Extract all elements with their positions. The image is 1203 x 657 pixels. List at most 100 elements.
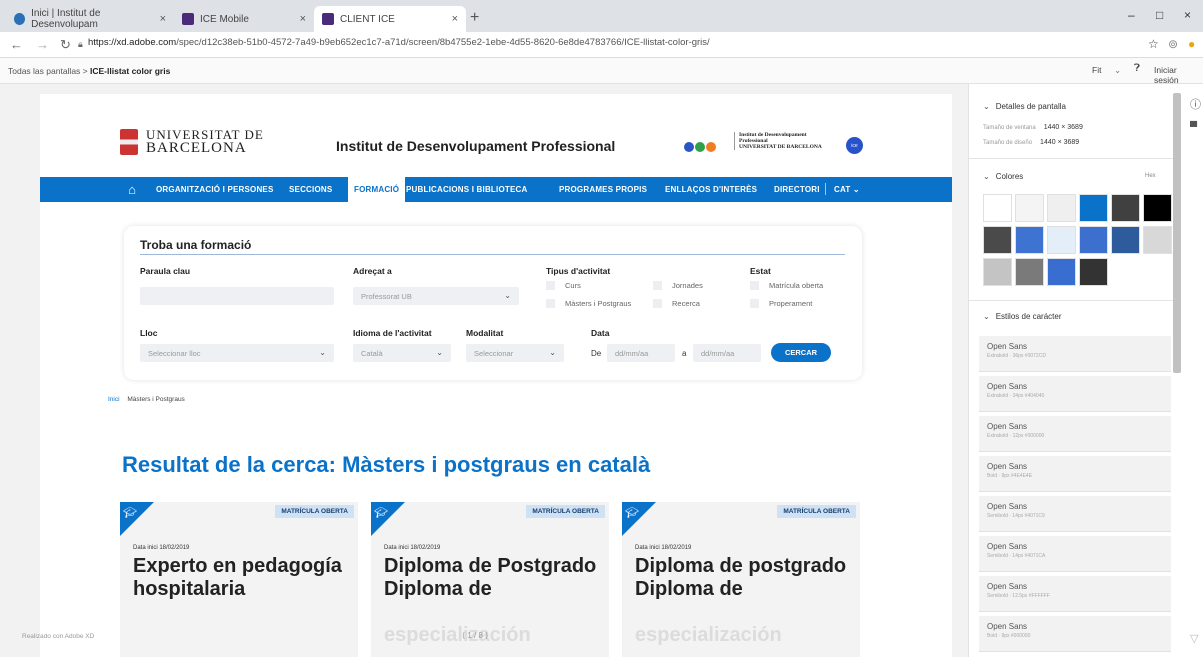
char-style-item[interactable]: Open Sans Bold · 9px #4E4E4E [979, 456, 1171, 492]
chevron-down-icon: ⌄ [319, 348, 326, 357]
info-icon[interactable]: ⓘ [1190, 96, 1201, 112]
color-swatch[interactable] [1015, 226, 1044, 254]
chevron-down-icon: ⌄ [504, 291, 511, 300]
checkbox-jornades[interactable]: Jornades [653, 281, 703, 290]
profile-icon[interactable]: ● [1188, 37, 1195, 51]
color-swatch[interactable] [1111, 226, 1140, 254]
back-icon[interactable]: ← [10, 37, 23, 52]
breadcrumb-home-link[interactable]: Inici [108, 396, 120, 403]
nav-enllacos[interactable]: ENLLAÇOS D'INTERÈS [665, 185, 757, 194]
checkbox-curs[interactable]: Curs [546, 281, 581, 290]
tab-inici[interactable]: Inici | Institut de Desenvolupam × [6, 6, 174, 32]
course-card[interactable]: 🎓︎ MATRÍCULA OBERTA Data inici 18/02/201… [120, 502, 358, 657]
comment-icon[interactable]: ▀ [1190, 122, 1197, 133]
checkbox-recerca[interactable]: Recerca [653, 299, 700, 308]
nav-programes-propis[interactable]: PROGRAMES PROPIS [559, 185, 647, 194]
color-swatch[interactable] [1079, 226, 1108, 254]
course-card[interactable]: 🎓︎ MATRÍCULA OBERTA Data inici 18/02/201… [371, 502, 609, 657]
close-tab-icon[interactable]: × [300, 13, 306, 25]
checkbox-masters[interactable]: Màsters i Postgraus [546, 299, 631, 308]
course-card[interactable]: 🎓︎ MATRÍCULA OBERTA Data inici 18/02/201… [622, 502, 860, 657]
search-button[interactable]: CERCAR [771, 343, 831, 362]
color-swatch[interactable] [1143, 226, 1172, 254]
ub-logo[interactable]: UNIVERSITAT DE BARCELONA [120, 128, 264, 156]
new-tab-button[interactable]: + [470, 9, 479, 27]
color-swatch[interactable] [983, 226, 1012, 254]
char-style-desc: Extrabold · 34px #404040 [987, 393, 1045, 399]
color-swatch[interactable] [1047, 226, 1076, 254]
filter-icon[interactable]: ▽ [1190, 632, 1198, 645]
reload-icon[interactable]: ↻ [60, 37, 71, 53]
signin-link[interactable]: Iniciar sesión [1154, 65, 1203, 85]
tab-ice-mobile[interactable]: ICE Mobile × [174, 6, 314, 32]
close-tab-icon[interactable]: × [452, 13, 458, 25]
made-with-xd-label[interactable]: Realizado con Adobe XD [22, 633, 94, 640]
fit-select[interactable]: Fit [1092, 65, 1101, 75]
close-window-button[interactable]: × [1184, 8, 1191, 22]
modalitat-select[interactable]: Seleccionar ⌄ [466, 344, 564, 362]
color-swatch[interactable] [1047, 194, 1076, 222]
char-styles-header[interactable]: ⌄ Estilos de carácter [983, 312, 1062, 321]
minimize-button[interactable]: – [1128, 8, 1135, 22]
color-swatch[interactable] [1143, 194, 1172, 222]
char-style-item[interactable]: Open Sans Bold · 9px #000000 [979, 616, 1171, 652]
breadcrumb-root-link[interactable]: Todas las pantallas [8, 66, 80, 76]
char-style-item[interactable]: Open Sans Semibold · 14px #4071C9 [979, 496, 1171, 532]
graduation-cap-icon: 🎓︎ [374, 507, 388, 519]
color-swatch[interactable] [1079, 258, 1108, 286]
char-style-item[interactable]: Open Sans Extrabold · 34px #404040 [979, 376, 1171, 412]
chevron-down-icon: ⌄ [983, 172, 990, 181]
idioma-value: Català [361, 349, 383, 358]
checkbox-properament[interactable]: Properament [750, 299, 812, 308]
tab-client-ice[interactable]: CLIENT ICE × [314, 6, 466, 32]
forward-icon[interactable]: → [36, 37, 49, 52]
checkbox-matricula-oberta[interactable]: Matrícula oberta [750, 281, 823, 290]
maximize-button[interactable]: □ [1156, 8, 1163, 22]
design-size-label: Tamaño de diseño [983, 140, 1033, 146]
screen-pager[interactable]: ⟨ 1 / 8 ⟩ [462, 631, 488, 640]
lloc-select[interactable]: Seleccionar lloc ⌄ [140, 344, 334, 362]
date-to-input[interactable]: dd/mm/aa [693, 344, 761, 362]
color-swatch[interactable] [1015, 194, 1044, 222]
date-placeholder: dd/mm/aa [701, 349, 735, 358]
keyword-input[interactable] [140, 287, 334, 305]
chevron-down-icon[interactable]: ⌄ [1114, 65, 1121, 76]
nav-organitzacio[interactable]: ORGANITZACIÓ I PERSONES [156, 185, 274, 194]
xd-favicon-icon [322, 13, 334, 25]
tab-label: CLIENT ICE [340, 13, 395, 25]
char-style-desc: Semibold · 14px #4071CA [987, 553, 1046, 559]
char-style-item[interactable]: Open Sans Semibold · 12.5px #FFFFFF [979, 576, 1171, 612]
help-icon[interactable]: ❓︎ [1134, 63, 1140, 74]
char-style-name: Open Sans [987, 422, 1028, 431]
close-tab-icon[interactable]: × [160, 13, 166, 25]
panel-scrollbar[interactable] [1173, 93, 1181, 373]
idp-logo-line3: UNIVERSITAT DE BARCELONA [739, 144, 822, 150]
nav-language-select[interactable]: CAT ⌄ [834, 185, 860, 194]
ice-badge-icon[interactable]: ice [846, 137, 863, 154]
color-swatch[interactable] [1111, 194, 1140, 222]
star-icon[interactable]: ☆ [1148, 37, 1159, 51]
idioma-select[interactable]: Català ⌄ [353, 344, 451, 362]
char-style-item[interactable]: Open Sans Extrabold · 36px #0072CD [979, 336, 1171, 372]
site-favicon-icon [14, 13, 26, 25]
color-swatch[interactable] [983, 258, 1012, 286]
color-format-select[interactable]: Hex [1145, 173, 1156, 179]
adrecat-select[interactable]: Professorat UB ⌄ [353, 287, 519, 305]
color-swatch[interactable] [983, 194, 1012, 222]
color-swatch[interactable] [1079, 194, 1108, 222]
nav-seccions[interactable]: SECCIONS [289, 185, 332, 194]
nav-publicacions[interactable]: PUBLICACIONS I BIBLIOTECA [406, 185, 527, 194]
date-from-input[interactable]: dd/mm/aa [607, 344, 675, 362]
char-style-item[interactable]: Open Sans Extrabold · 12px #000000 [979, 416, 1171, 452]
nav-directori[interactable]: DIRECTORI [774, 185, 820, 194]
color-swatch[interactable] [1047, 258, 1076, 286]
char-style-item[interactable]: Open Sans Semibold · 14px #4071CA [979, 536, 1171, 572]
color-swatch[interactable] [1015, 258, 1044, 286]
home-icon[interactable]: ⌂ [120, 177, 144, 202]
extension-icon[interactable]: ⊚ [1168, 37, 1178, 51]
colors-header[interactable]: ⌄ Colores [983, 172, 1023, 181]
nav-formacio[interactable]: FORMACIÓ [348, 177, 406, 202]
idp-logo[interactable]: Institut de Desenvolupament Professional… [734, 132, 822, 150]
details-header[interactable]: ⌄ Detalles de pantalla [983, 102, 1066, 111]
url-field[interactable]: https://xd.adobe.com/spec/d12c38eb-51b0-… [88, 37, 710, 48]
